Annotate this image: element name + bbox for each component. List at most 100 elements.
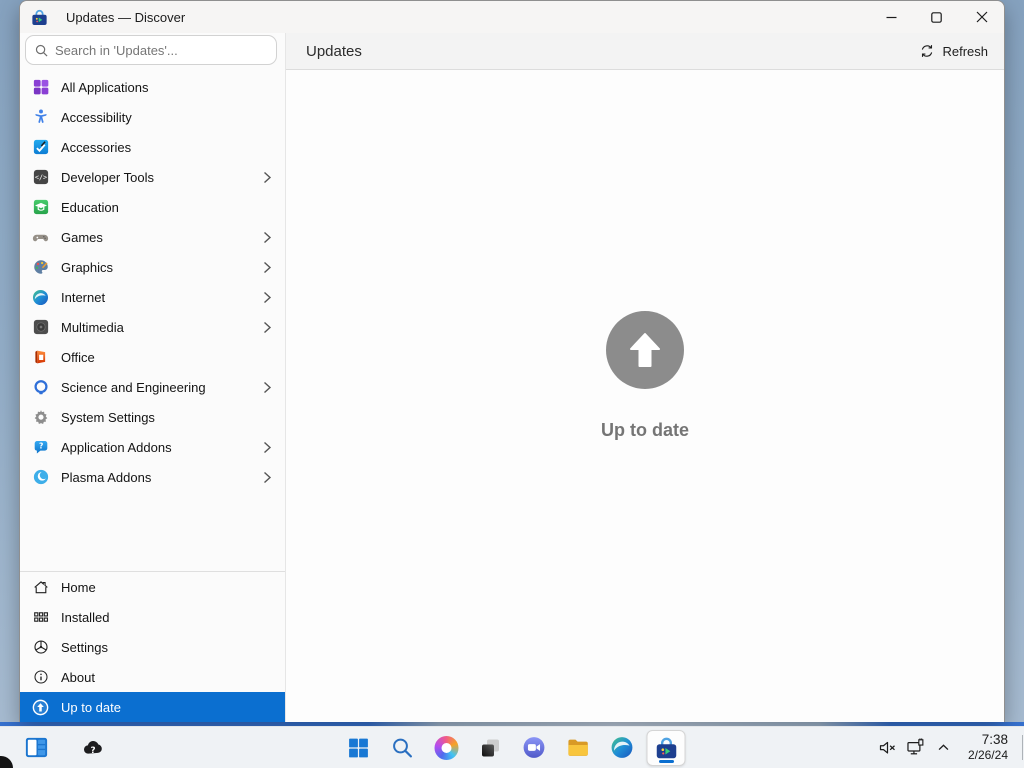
start-button-icon	[346, 736, 370, 760]
chevron-right-icon	[263, 441, 272, 454]
discover-app-icon	[30, 8, 49, 27]
up-arrow-icon	[625, 330, 665, 370]
sidebar-item-application-addons[interactable]: ? Application Addons	[20, 432, 285, 462]
svg-text:</>: </>	[34, 174, 46, 182]
all-applications-icon	[31, 78, 50, 97]
sidebar-item-label: About	[61, 670, 95, 685]
main-panel: Updates Refresh Up to d	[286, 33, 1004, 722]
taskbar-left-icons: ?	[17, 727, 112, 768]
sidebar-item-office[interactable]: Office	[20, 342, 285, 372]
chevron-right-icon	[263, 381, 272, 394]
internet-icon	[31, 288, 50, 307]
sidebar-item-developer-tools[interactable]: </> Developer Tools	[20, 162, 285, 192]
search-icon	[35, 44, 48, 57]
taskbar: ? 7:38 2/26/24	[0, 726, 1024, 768]
tray-network-button[interactable]	[902, 730, 930, 766]
cloud-offline-icon: ?	[80, 735, 106, 761]
taskbar-discover-button[interactable]	[647, 730, 686, 766]
search-box[interactable]	[25, 35, 277, 65]
search-input[interactable]	[55, 43, 267, 58]
settings-icon	[31, 638, 50, 657]
sidebar-item-accessibility[interactable]: Accessibility	[20, 102, 285, 132]
taskbar-cloud-offline-button[interactable]: ?	[73, 730, 112, 766]
sidebar-item-science-and-engineering[interactable]: Science and Engineering	[20, 372, 285, 402]
taskbar-clock[interactable]: 7:38 2/26/24	[968, 731, 1008, 764]
sidebar-item-installed[interactable]: Installed	[20, 602, 285, 632]
sidebar-spacer	[20, 492, 285, 571]
sidebar-item-label: Developer Tools	[61, 170, 154, 185]
sidebar-item-label: Office	[61, 350, 95, 365]
window-title: Updates — Discover	[66, 10, 185, 25]
sidebar-item-label: Science and Engineering	[61, 380, 206, 395]
sidebar-item-label: All Applications	[61, 80, 148, 95]
education-icon	[31, 198, 50, 217]
sidebar-item-label: Education	[61, 200, 119, 215]
taskbar-copilot-button[interactable]	[427, 730, 466, 766]
tray-chevron-up-button[interactable]	[930, 730, 958, 766]
sidebar-item-all-applications[interactable]: All Applications	[20, 72, 285, 102]
sidebar-item-graphics[interactable]: Graphics	[20, 252, 285, 282]
refresh-icon	[919, 43, 935, 59]
chat-icon	[522, 735, 547, 760]
chevron-up-icon	[934, 738, 953, 757]
titlebar[interactable]: Updates — Discover	[20, 1, 1004, 33]
sidebar-item-accessories[interactable]: Accessories	[20, 132, 285, 162]
page-header: Updates Refresh	[286, 33, 1004, 70]
sidebar-item-label: Internet	[61, 290, 105, 305]
svg-text:?: ?	[38, 442, 42, 451]
sidebar-item-internet[interactable]: Internet	[20, 282, 285, 312]
sidebar-item-home[interactable]: Home	[20, 572, 285, 602]
close-button[interactable]	[959, 1, 1004, 33]
edge-icon	[610, 735, 635, 760]
sidebar-item-label: System Settings	[61, 410, 155, 425]
sidebar-item-label: Application Addons	[61, 440, 172, 455]
chevron-right-icon	[263, 231, 272, 244]
taskbar-task-view-button[interactable]	[471, 730, 510, 766]
refresh-label: Refresh	[942, 44, 988, 59]
refresh-button[interactable]: Refresh	[919, 43, 988, 59]
application-addons-icon: ?	[31, 438, 50, 457]
taskbar-search-button[interactable]	[383, 730, 422, 766]
taskbar-edge-button[interactable]	[603, 730, 642, 766]
taskbar-file-explorer-button[interactable]	[559, 730, 598, 766]
taskbar-chat-button[interactable]	[515, 730, 554, 766]
sidebar-item-label: Plasma Addons	[61, 470, 151, 485]
sidebar-item-label: Up to date	[61, 700, 121, 715]
sidebar-item-label: Installed	[61, 610, 109, 625]
sidebar-item-label: Games	[61, 230, 103, 245]
discover-window: Updates — Discover All Applications Acce…	[19, 0, 1005, 722]
taskbar-start-button[interactable]	[339, 730, 378, 766]
volume-muted-icon	[877, 737, 898, 758]
sidebar-item-multimedia[interactable]: Multimedia	[20, 312, 285, 342]
sidebar-item-system-settings[interactable]: System Settings	[20, 402, 285, 432]
chevron-right-icon	[263, 471, 272, 484]
active-indicator	[659, 760, 674, 763]
about-icon	[31, 668, 50, 687]
discover-icon	[653, 735, 679, 761]
up-to-date-status-icon	[606, 311, 684, 389]
sidebar-item-label: Accessibility	[61, 110, 132, 125]
sidebar-item-label: Graphics	[61, 260, 113, 275]
panel-widget-icon	[23, 734, 50, 761]
status-text: Up to date	[601, 420, 689, 441]
file-explorer-icon	[566, 735, 591, 760]
minimize-button[interactable]	[869, 1, 914, 33]
sidebar-footer: Home Installed Settings About Up to date	[20, 572, 285, 722]
sidebar-item-games[interactable]: Games	[20, 222, 285, 252]
taskbar-center-icons	[339, 730, 686, 766]
taskbar-panel-widget-button[interactable]	[17, 730, 56, 766]
sidebar-item-up-to-date[interactable]: Up to date	[20, 692, 285, 722]
sidebar-item-label: Home	[61, 580, 96, 595]
plasma-addons-icon	[31, 468, 50, 487]
maximize-button[interactable]	[914, 1, 959, 33]
graphics-icon	[31, 258, 50, 277]
sidebar-item-education[interactable]: Education	[20, 192, 285, 222]
tray-volume-muted-button[interactable]	[874, 730, 902, 766]
show-desktop-button[interactable]	[1022, 735, 1023, 760]
sidebar-item-settings[interactable]: Settings	[20, 632, 285, 662]
chevron-right-icon	[263, 291, 272, 304]
clock-time: 7:38	[968, 731, 1008, 749]
sidebar-item-plasma-addons[interactable]: Plasma Addons	[20, 462, 285, 492]
sidebar-item-about[interactable]: About	[20, 662, 285, 692]
chevron-right-icon	[263, 171, 272, 184]
